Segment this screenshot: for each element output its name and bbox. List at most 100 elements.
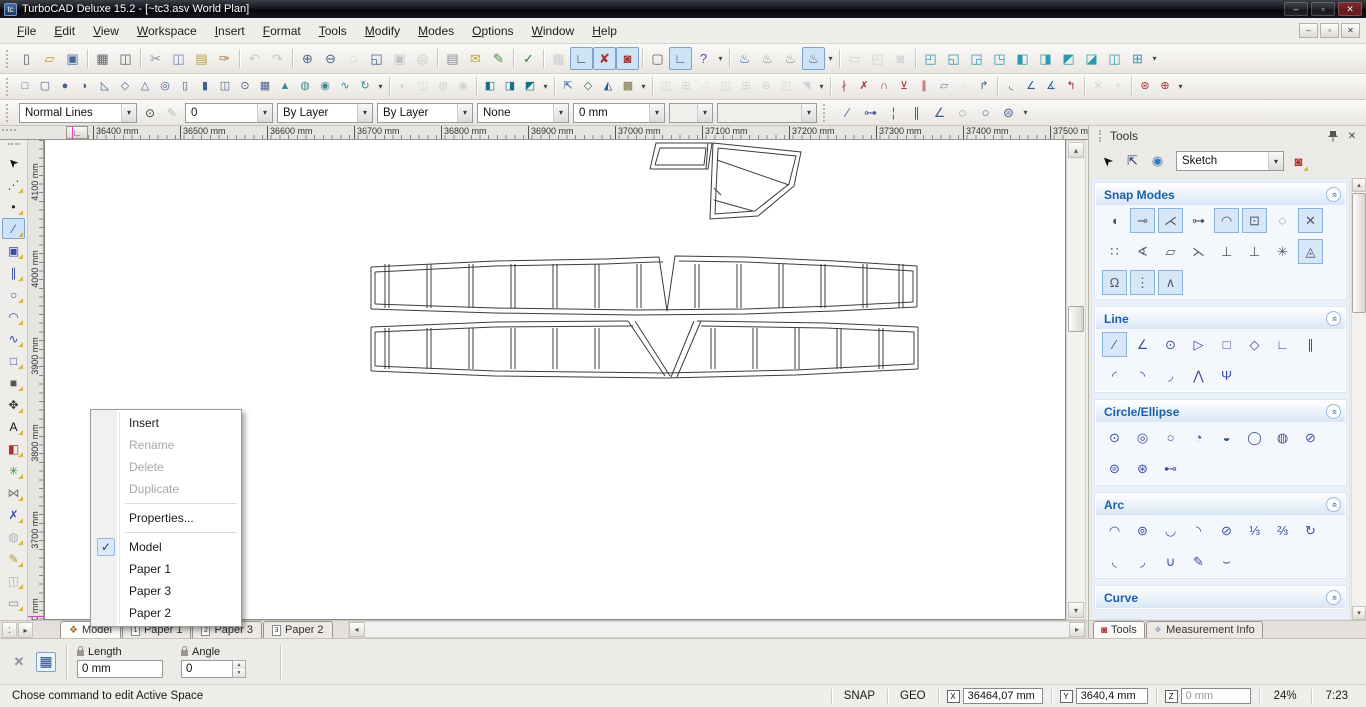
ucs-button[interactable]: ∟ xyxy=(669,47,692,70)
overflow-chevron[interactable]: ▾ xyxy=(825,47,836,70)
new-file-button[interactable]: ▯ xyxy=(15,47,38,70)
line-perpendicular-button[interactable]: ∟ xyxy=(1270,332,1295,357)
assemble-part-button[interactable]: ⊛ xyxy=(1135,77,1155,97)
chamfer-angle-button[interactable]: ∡ xyxy=(1041,77,1061,97)
sketch-mode-combo[interactable]: Sketch xyxy=(1176,151,1284,171)
snap-perpendicular-from-button[interactable]: ⊥ xyxy=(1214,239,1239,264)
snap-quadrant-button[interactable]: ◌ xyxy=(1270,208,1295,233)
copy-vector-button[interactable]: ⊕ xyxy=(756,77,776,97)
edit-tool-button[interactable]: ▱ xyxy=(934,77,954,97)
circle-triple-point-button[interactable]: ◔ xyxy=(1186,425,1211,450)
render-toggle-button[interactable]: ◙ xyxy=(616,47,639,70)
z-coordinate-field[interactable]: 0 mm xyxy=(1181,688,1251,704)
rotated-ellipse-button[interactable]: ⊛ xyxy=(1130,456,1155,481)
chevron-down-icon[interactable] xyxy=(121,104,136,122)
double-line-tool[interactable]: ∥ xyxy=(2,262,25,283)
select-tool[interactable]: ➤ xyxy=(2,152,25,173)
rod-tool-button[interactable]: ◫ xyxy=(215,77,235,97)
torus-tool-button[interactable]: ◎ xyxy=(155,77,175,97)
grid-toggle-button[interactable]: ▦ xyxy=(547,47,570,70)
canvas-horizontal-scrollbar[interactable]: ◂ ▸ xyxy=(348,621,1086,638)
menu-item[interactable]: Edit xyxy=(45,20,84,42)
rectangle-tool[interactable]: ▣ xyxy=(2,240,25,261)
snap-toggle-tool[interactable]: ✳ xyxy=(2,460,25,481)
cut-button[interactable]: ✂ xyxy=(144,47,167,70)
view-iso-nw-button[interactable]: ◪ xyxy=(1080,47,1103,70)
circle-center-point-button[interactable]: ⊙ xyxy=(1102,425,1127,450)
offset-button[interactable]: ↰ xyxy=(1061,77,1081,97)
open-file-button[interactable]: ▱ xyxy=(38,47,61,70)
sphere-mesh-tool-button[interactable]: ◍ xyxy=(295,77,315,97)
menu-item[interactable]: Modify xyxy=(356,20,409,42)
arc-fixed-ratio-button[interactable]: ⌣ xyxy=(1214,549,1239,574)
layer-combo[interactable]: 0 xyxy=(185,103,273,123)
scrollbar-thumb[interactable] xyxy=(1068,306,1084,332)
arc-elliptical-button[interactable]: ↻ xyxy=(1298,518,1323,543)
paper-space-button[interactable]: ▢ xyxy=(646,47,669,70)
facet-tool-4[interactable]: ◉ xyxy=(453,77,473,97)
rounded-box-tool-button[interactable]: ▢ xyxy=(35,77,55,97)
layer-edit-icon[interactable]: ✎ xyxy=(163,104,181,122)
chamfer-button[interactable]: ∠ xyxy=(1021,77,1041,97)
snap-perpendicular-to-button[interactable]: ⊥ xyxy=(1242,239,1267,264)
copy-mirror-button[interactable]: ◫ xyxy=(716,77,736,97)
wedge-tool-button[interactable]: ◺ xyxy=(95,77,115,97)
zoom-extents-button[interactable]: ▣ xyxy=(388,47,411,70)
overflow-chevron[interactable]: ▾ xyxy=(1149,47,1160,70)
dome-mesh-tool-button[interactable]: ◉ xyxy=(315,77,335,97)
overflow-chevron[interactable]: ▾ xyxy=(1175,77,1186,97)
disc-tool-button[interactable]: ⊙ xyxy=(235,77,255,97)
angle-input[interactable] xyxy=(181,660,233,678)
arc-start-end-button[interactable]: ◡ xyxy=(1158,518,1183,543)
no-snap-button[interactable]: ◖ xyxy=(1102,208,1127,233)
line-tool[interactable]: ∕ xyxy=(2,218,25,239)
view-top-button[interactable]: ◧ xyxy=(1011,47,1034,70)
view-iso-se-button[interactable]: ◫ xyxy=(1103,47,1126,70)
surface-tool[interactable]: ◍ xyxy=(2,526,25,547)
ellipse-button[interactable]: ⊜ xyxy=(1102,456,1127,481)
arc-tangent-from-line-button[interactable]: ◞ xyxy=(1130,549,1155,574)
zoom-window-button[interactable]: ◱ xyxy=(365,47,388,70)
arc-double-point2-button[interactable]: ∪ xyxy=(1158,549,1183,574)
menu-item[interactable]: Options xyxy=(463,20,522,42)
pen-color-combo[interactable]: By Layer xyxy=(277,103,373,123)
zoom-out-button[interactable]: ⊖ xyxy=(319,47,342,70)
luminance-button[interactable]: ◙ xyxy=(889,47,912,70)
prism-tool-button[interactable]: ◇ xyxy=(115,77,135,97)
tabbar-scroll-button[interactable]: ▸ xyxy=(18,622,33,638)
menu-paper-1[interactable]: Paper 1 xyxy=(93,558,239,580)
line-width-combo[interactable]: 0 mm xyxy=(573,103,665,123)
overflow-chevron[interactable]: ▾ xyxy=(540,77,551,97)
hatch-combo[interactable]: None xyxy=(477,103,569,123)
copy-button[interactable]: ◫ xyxy=(167,47,190,70)
shrink-button[interactable]: ↱ xyxy=(974,77,994,97)
scroll-up-icon[interactable]: ▴ xyxy=(1068,142,1084,158)
render-draft-button[interactable]: ♨ xyxy=(779,47,802,70)
render-wireframe-button[interactable]: ♨ xyxy=(733,47,756,70)
collapse-chevron-icon[interactable] xyxy=(1326,590,1341,605)
lock-icon[interactable] xyxy=(77,650,84,656)
multi-trim-button[interactable]: ∥ xyxy=(914,77,934,97)
snap-nearest-graphic-button[interactable]: ⊶ xyxy=(1186,208,1211,233)
marker-tool[interactable]: ✎ xyxy=(2,548,25,569)
arc-center-begin-end-button[interactable]: ◠ xyxy=(1102,518,1127,543)
minimize-button[interactable] xyxy=(1284,2,1308,16)
scroll-right-icon[interactable]: ▸ xyxy=(1069,622,1085,637)
canvas-vertical-scrollbar[interactable]: ▴ ▾ xyxy=(1066,140,1086,620)
construction-circle-button[interactable]: ◌ xyxy=(951,101,974,124)
assemble-insert-button[interactable]: ⊕ xyxy=(1155,77,1175,97)
line-branch-button[interactable]: Ψ xyxy=(1214,363,1239,388)
scrollbar-thumb[interactable] xyxy=(1352,193,1366,313)
line-pattern-combo[interactable]: By Layer xyxy=(377,103,473,123)
view-right-button[interactable]: ◳ xyxy=(988,47,1011,70)
menu-duplicate[interactable]: Duplicate xyxy=(93,478,239,500)
object-trim-button[interactable]: ∤ xyxy=(834,77,854,97)
mdi-restore-button[interactable]: ▫ xyxy=(1320,23,1339,38)
line-polyline-button[interactable]: ∠ xyxy=(1130,332,1155,357)
spelling-button[interactable]: ✓ xyxy=(517,47,540,70)
toolbar-grip[interactable] xyxy=(6,104,11,122)
angle-stepper[interactable]: ▲▼ xyxy=(232,660,246,678)
rp-world-tool[interactable]: ◉ xyxy=(1147,151,1168,172)
format-painter-button[interactable]: ✑ xyxy=(213,47,236,70)
t-meet-button[interactable]: ∩ xyxy=(874,77,894,97)
